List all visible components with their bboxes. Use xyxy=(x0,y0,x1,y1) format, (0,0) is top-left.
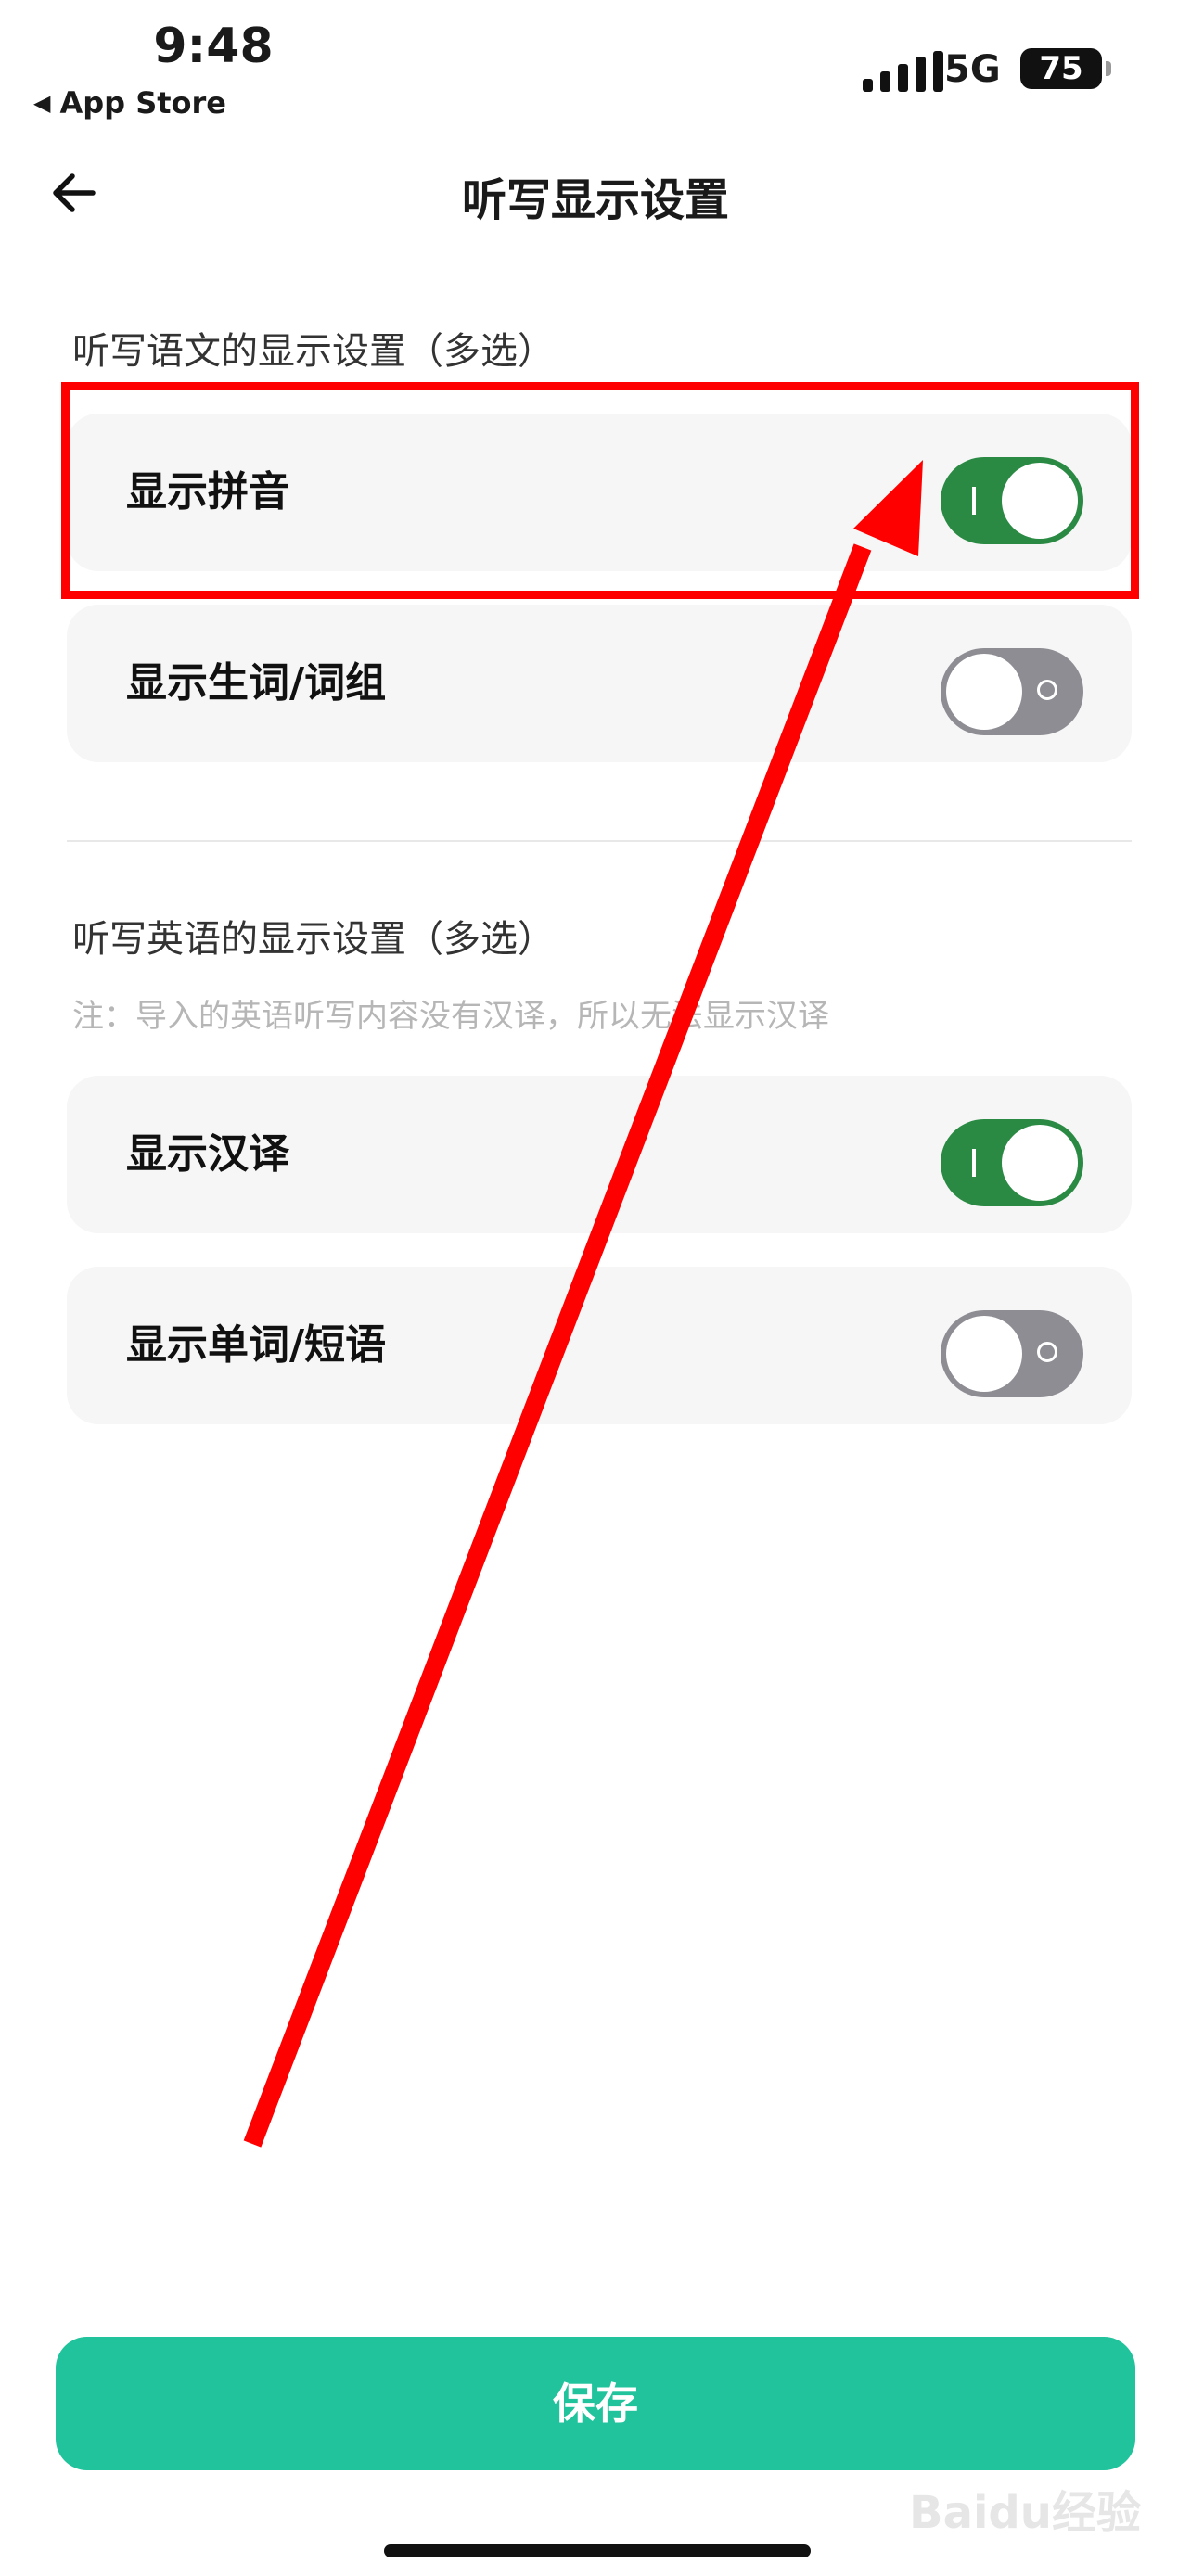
highlight-box xyxy=(61,382,1139,599)
back-triangle-icon: ◀ xyxy=(33,90,51,116)
english-section-note: 注：导入的英语听写内容没有汉译，所以无法显示汉译 xyxy=(72,998,829,1035)
battery-nub xyxy=(1106,61,1111,76)
show-phrases-toggle[interactable] xyxy=(941,1310,1083,1397)
section-divider xyxy=(67,840,1132,842)
show-translation-toggle[interactable] xyxy=(941,1119,1083,1206)
english-section-title: 听写英语的显示设置（多选） xyxy=(72,918,555,961)
setting-label: 显示单词/短语 xyxy=(126,1321,387,1369)
toggle-on-mark xyxy=(972,1149,976,1177)
home-indicator[interactable] xyxy=(384,2544,811,2557)
show-words-toggle[interactable] xyxy=(941,648,1083,735)
toggle-off-mark xyxy=(1037,1342,1057,1362)
setting-show-phrases: 显示单词/短语 xyxy=(67,1267,1132,1424)
back-to-app-store-link[interactable]: ◀ App Store xyxy=(33,85,226,121)
network-type: 5G xyxy=(944,48,1001,91)
toggle-knob xyxy=(1002,1125,1078,1201)
setting-show-translation: 显示汉译 xyxy=(67,1076,1132,1233)
setting-show-words: 显示生词/词组 xyxy=(67,605,1132,762)
save-button[interactable]: 保存 xyxy=(56,2337,1135,2470)
setting-label: 显示生词/词组 xyxy=(126,659,387,707)
toggle-off-mark xyxy=(1037,680,1057,700)
toggle-knob xyxy=(946,1316,1022,1392)
status-time: 9:48 xyxy=(153,19,274,74)
page-title: 听写显示设置 xyxy=(461,174,729,226)
setting-label: 显示汉译 xyxy=(126,1130,289,1178)
toggle-knob xyxy=(946,654,1022,730)
cellular-signal-icon xyxy=(863,51,943,92)
battery-level: 75 xyxy=(1039,50,1083,87)
chinese-section-title: 听写语文的显示设置（多选） xyxy=(72,330,555,373)
baidu-watermark: Baidu经验 xyxy=(909,2487,1141,2539)
battery-icon: 75 xyxy=(1020,48,1102,89)
back-app-label: App Store xyxy=(59,85,226,121)
